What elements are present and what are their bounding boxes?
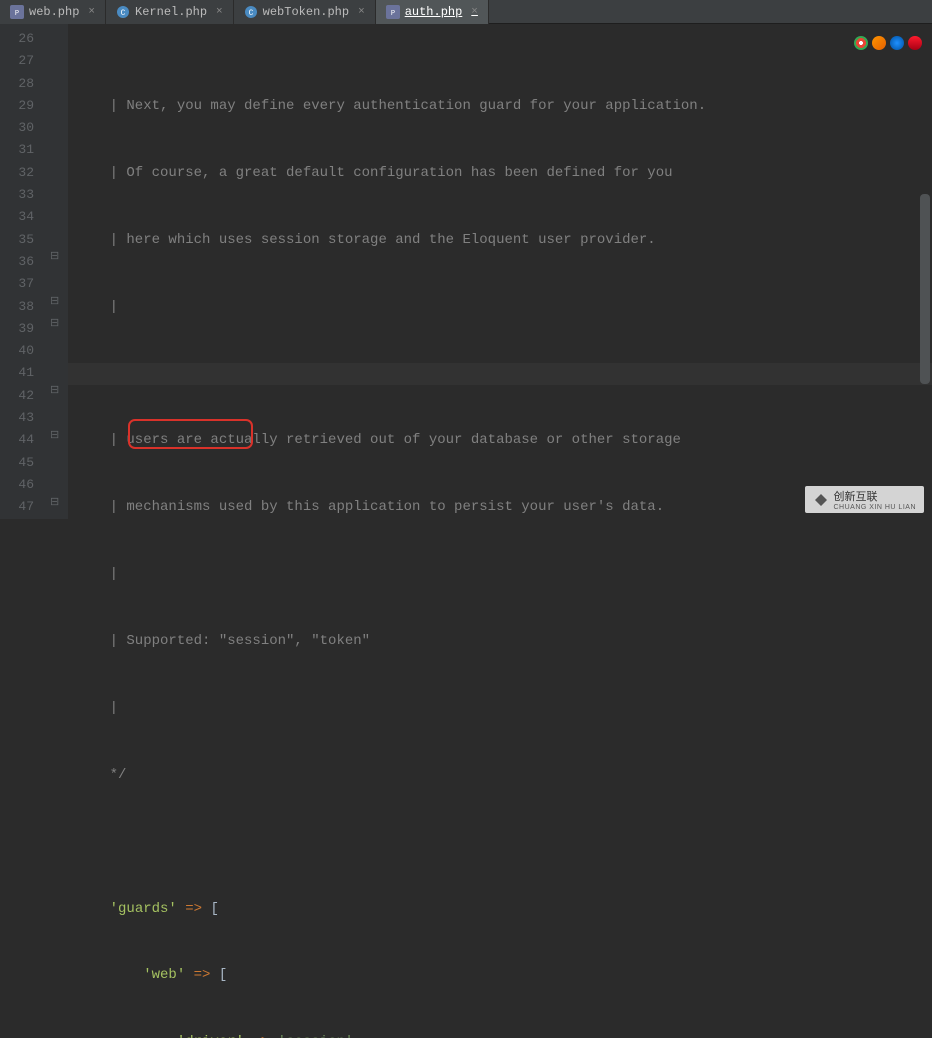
- array-key: 'driver': [177, 1034, 244, 1038]
- line-number: 46: [0, 474, 34, 496]
- bracket-open: [: [210, 901, 218, 917]
- code-comment: |: [76, 299, 118, 315]
- line-number: 43: [0, 407, 34, 429]
- fold-marker-icon[interactable]: ⊟: [50, 498, 60, 508]
- close-icon[interactable]: ×: [216, 6, 223, 18]
- line-number-gutter: 2627282930313233343536373839404142434445…: [0, 24, 48, 519]
- code-comment: |: [76, 700, 118, 716]
- close-icon[interactable]: ×: [471, 6, 478, 18]
- arrow-operator: =>: [194, 967, 211, 983]
- line-number: 35: [0, 229, 34, 251]
- line-number: 45: [0, 452, 34, 474]
- close-icon[interactable]: ×: [88, 6, 95, 18]
- tab-label: webToken.php: [263, 5, 349, 19]
- opera-icon[interactable]: [908, 36, 922, 50]
- svg-text:P: P: [15, 10, 19, 18]
- class-file-icon: C: [116, 5, 130, 19]
- line-number: 42: [0, 385, 34, 407]
- fold-gutter: ⊟ ⊟ ⊟ ⊟ ⊟ ⊟: [48, 24, 68, 519]
- fold-marker-icon[interactable]: ⊟: [50, 386, 60, 396]
- code-comment: | mechanisms used by this application to…: [76, 499, 664, 515]
- svg-text:C: C: [121, 9, 126, 18]
- line-number: 27: [0, 50, 34, 72]
- fold-marker-icon[interactable]: ⊟: [50, 252, 60, 262]
- watermark-subtext: CHUANG XIN HU LIAN: [833, 504, 916, 511]
- code-editor[interactable]: 2627282930313233343536373839404142434445…: [0, 24, 932, 519]
- code-comment: | users are actually retrieved out of yo…: [76, 432, 681, 448]
- line-number: 36: [0, 251, 34, 273]
- firefox-icon[interactable]: [872, 36, 886, 50]
- fold-marker-icon[interactable]: ⊟: [50, 319, 60, 329]
- array-key: 'web': [143, 967, 185, 983]
- arrow-operator: =>: [252, 1034, 269, 1038]
- line-number: 38: [0, 296, 34, 318]
- fold-marker-icon[interactable]: ⊟: [50, 431, 60, 441]
- line-number: 37: [0, 273, 34, 295]
- line-number: 30: [0, 117, 34, 139]
- code-comment: | here which uses session storage and th…: [76, 232, 656, 248]
- line-number: 41: [0, 362, 34, 384]
- line-number: 32: [0, 162, 34, 184]
- line-number: 44: [0, 429, 34, 451]
- svg-text:C: C: [248, 9, 253, 18]
- tab-auth-php[interactable]: P auth.php ×: [376, 0, 489, 24]
- line-number: 34: [0, 206, 34, 228]
- tab-web-php[interactable]: P web.php ×: [0, 0, 106, 24]
- class-file-icon: C: [244, 5, 258, 19]
- browser-icons-toolbar: [854, 36, 922, 50]
- line-number: 33: [0, 184, 34, 206]
- safari-icon[interactable]: [890, 36, 904, 50]
- php-file-icon: P: [10, 5, 24, 19]
- editor-tabs: P web.php × C Kernel.php × C webToken.ph…: [0, 0, 932, 24]
- code-comment: |: [76, 566, 118, 582]
- tab-webtoken-php[interactable]: C webToken.php ×: [234, 0, 376, 24]
- code-comment: | Next, you may define every authenticat…: [76, 98, 706, 114]
- code-comment: | Of course, a great default configurati…: [76, 165, 673, 181]
- comma: ,: [353, 1034, 361, 1038]
- scrollbar-thumb[interactable]: [920, 194, 930, 384]
- close-icon[interactable]: ×: [358, 6, 365, 18]
- line-number: 28: [0, 73, 34, 95]
- bracket-open: [: [219, 967, 227, 983]
- svg-text:P: P: [391, 10, 395, 18]
- fold-marker-icon[interactable]: ⊟: [50, 297, 60, 307]
- watermark: 创新互联 CHUANG XIN HU LIAN: [805, 486, 924, 513]
- watermark-logo-icon: [813, 492, 829, 508]
- tab-label: web.php: [29, 5, 79, 19]
- php-file-icon: P: [386, 5, 400, 19]
- code-comment-end: */: [76, 767, 126, 783]
- tab-label: auth.php: [405, 5, 463, 19]
- code-area[interactable]: | Next, you may define every authenticat…: [68, 24, 932, 519]
- chrome-icon[interactable]: [854, 36, 868, 50]
- line-number: 39: [0, 318, 34, 340]
- tab-label: Kernel.php: [135, 5, 207, 19]
- line-number: 40: [0, 340, 34, 362]
- line-number: 29: [0, 95, 34, 117]
- line-number: 31: [0, 139, 34, 161]
- code-comment: | Supported: "session", "token": [76, 633, 370, 649]
- arrow-operator: =>: [185, 901, 202, 917]
- line-number: 26: [0, 28, 34, 50]
- string-value: 'session': [278, 1034, 354, 1038]
- line-number: 47: [0, 496, 34, 518]
- current-line-highlight: [68, 363, 932, 385]
- watermark-text: 创新互联: [833, 488, 916, 504]
- array-key: 'guards': [110, 901, 177, 917]
- tab-kernel-php[interactable]: C Kernel.php ×: [106, 0, 234, 24]
